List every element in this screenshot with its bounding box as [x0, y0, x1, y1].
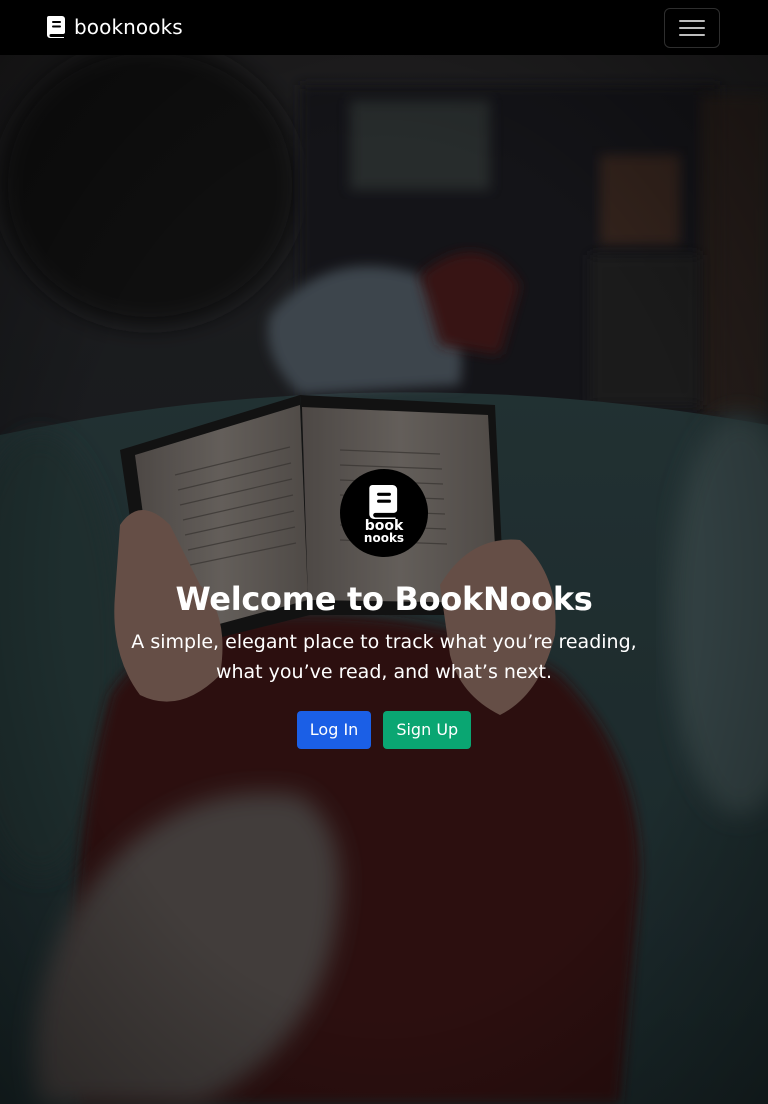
hero-content: book nooks Welcome to BookNooks A simple… [0, 469, 768, 749]
brand-link[interactable]: booknooks [47, 14, 183, 40]
hero-title: Welcome to BookNooks [175, 580, 593, 618]
book-icon [47, 16, 74, 38]
navbar-toggle-button[interactable] [664, 8, 720, 48]
hero-section: book nooks Welcome to BookNooks A simple… [0, 55, 768, 1104]
hero-actions: Log In Sign Up [0, 711, 768, 749]
logo-book-icon [369, 484, 398, 519]
login-button[interactable]: Log In [296, 711, 372, 749]
booknooks-logo: book nooks [340, 469, 428, 557]
logo-text-line2: nooks [363, 530, 405, 545]
signup-button[interactable]: Sign Up [383, 711, 472, 749]
hamburger-menu-icon [679, 18, 705, 38]
navbar: booknooks [0, 0, 768, 55]
hero-subtitle: A simple, elegant place to track what yo… [131, 631, 637, 683]
brand-name: booknooks [74, 15, 183, 39]
logo-text-line1: book [364, 517, 404, 534]
